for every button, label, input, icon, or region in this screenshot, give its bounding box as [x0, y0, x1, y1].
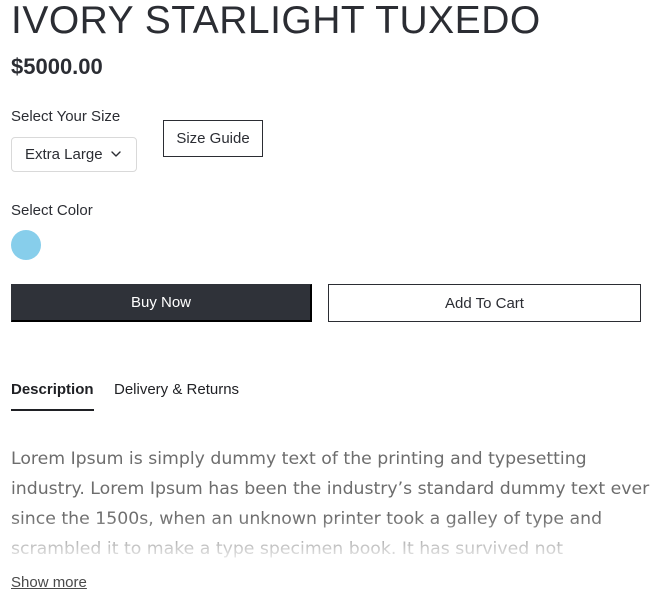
size-select-value: Extra Large: [25, 146, 103, 163]
description-panel: Lorem Ipsum is simply dummy text of the …: [11, 444, 651, 562]
color-swatch[interactable]: [11, 230, 41, 260]
color-label: Select Color: [11, 202, 93, 219]
product-price: $5000.00: [11, 54, 103, 79]
product-title: IVORY STARLIGHT TUXEDO: [11, 0, 541, 42]
buy-now-button[interactable]: Buy Now: [11, 284, 312, 322]
size-select[interactable]: Extra Large: [11, 137, 137, 172]
add-to-cart-button[interactable]: Add To Cart: [328, 284, 641, 322]
size-guide-button[interactable]: Size Guide: [163, 120, 263, 157]
chevron-down-icon: [111, 151, 121, 157]
size-label: Select Your Size: [11, 108, 121, 125]
tab-description[interactable]: Description: [11, 380, 94, 411]
description-text: Lorem Ipsum is simply dummy text of the …: [11, 449, 650, 559]
show-more-link[interactable]: Show more: [11, 573, 87, 593]
tab-delivery-returns[interactable]: Delivery & Returns: [114, 380, 239, 400]
